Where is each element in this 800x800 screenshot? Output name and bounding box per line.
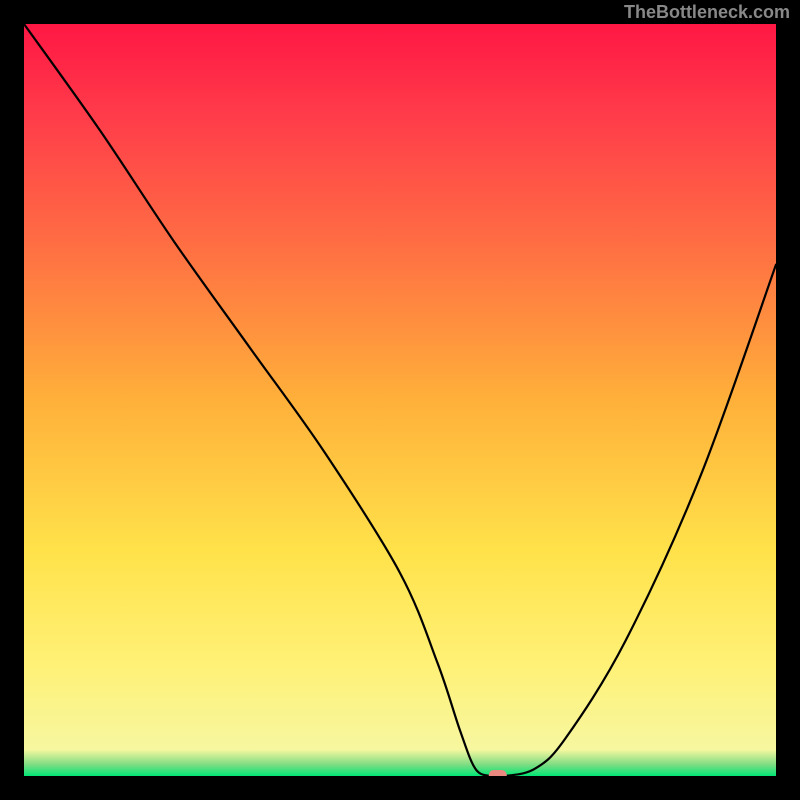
gradient-background <box>24 24 776 776</box>
watermark-label: TheBottleneck.com <box>624 2 790 23</box>
chart-container: TheBottleneck.com <box>0 0 800 800</box>
plot-area <box>24 24 776 776</box>
marker-point <box>489 770 507 776</box>
bottleneck-chart <box>24 24 776 776</box>
